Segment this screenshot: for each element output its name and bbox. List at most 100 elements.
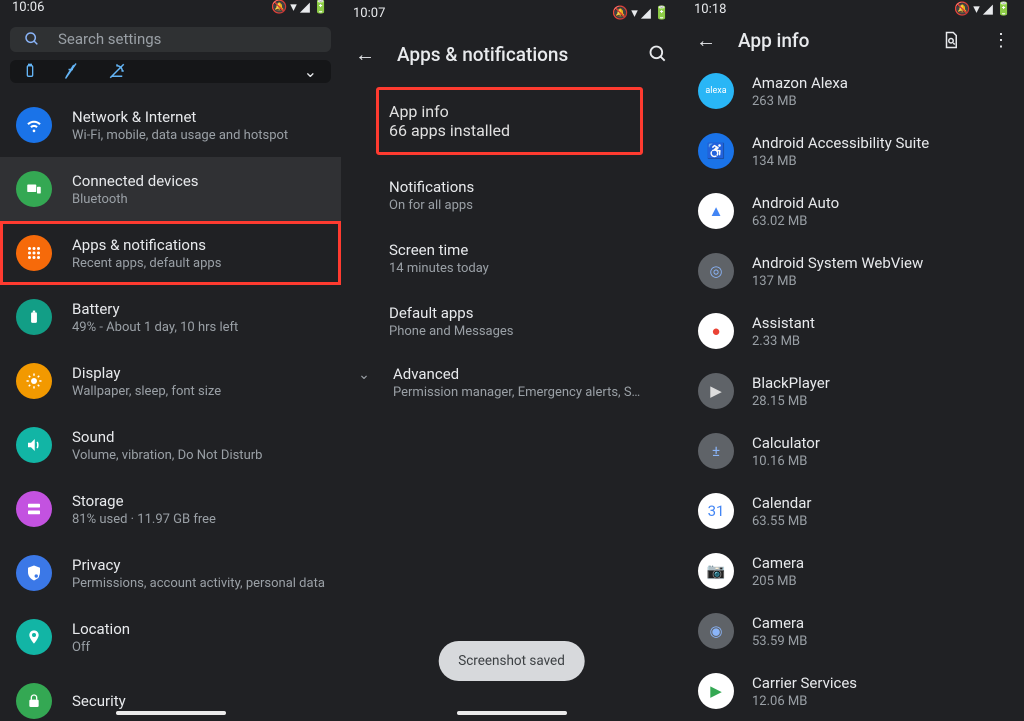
item-title: Screen time	[389, 241, 662, 259]
app-bar: ← App info ⋮	[682, 19, 1024, 61]
item-sub: 14 minutes today	[389, 261, 662, 276]
row-sub: Permissions, account activity, personal …	[72, 576, 325, 591]
volume-icon	[16, 427, 52, 463]
status-bar: 10:07 🔕 ▾ ◢ 🔋	[341, 0, 682, 26]
row-privacy[interactable]: Privacy Permissions, account activity, p…	[0, 541, 341, 605]
app-icon: 31	[698, 493, 734, 529]
app-icon: 📷	[698, 553, 734, 589]
clock: 10:06	[12, 0, 44, 15]
app-icon: ◎	[698, 253, 734, 289]
app-row[interactable]: ▲Android Auto63.02 MB	[682, 181, 1024, 241]
wifi-icon: ▾	[973, 2, 980, 17]
item-app-info[interactable]: App info 66 apps installed	[377, 88, 642, 154]
item-advanced[interactable]: ⌄ Advanced Permission manager, Emergency…	[341, 353, 682, 412]
back-button[interactable]: ←	[696, 28, 716, 53]
app-name: BlackPlayer	[752, 374, 830, 392]
battery-icon	[16, 299, 52, 335]
item-title: Advanced	[393, 365, 643, 383]
app-row[interactable]: 📷 Camera 205 MB	[682, 541, 1024, 601]
item-default-apps[interactable]: Default apps Phone and Messages	[341, 290, 682, 353]
app-name: Calculator	[752, 434, 820, 452]
row-title: Connected devices	[72, 172, 199, 190]
app-size: 263 MB	[752, 94, 848, 109]
dnd-icon: 🔕	[612, 6, 628, 21]
screen-app-info: 10:18 🔕 ▾ ◢ 🔋 ← App info ⋮ alexaAmazon A…	[682, 0, 1024, 721]
app-row[interactable]: ▶Carrier Services12.06 MB	[682, 661, 1024, 721]
row-sub: Recent apps, default apps	[72, 256, 221, 271]
app-size: 63.55 MB	[752, 514, 812, 529]
status-icons: 🔕 ▾ ◢ 🔋	[612, 6, 670, 21]
row-sub: 81% used · 11.97 GB free	[72, 512, 216, 527]
row-storage[interactable]: Storage 81% used · 11.97 GB free	[0, 477, 341, 541]
row-title: Display	[72, 364, 221, 382]
find-in-page-icon[interactable]	[942, 30, 960, 50]
row-sub: Off	[72, 640, 130, 655]
app-size: 10.16 MB	[752, 454, 820, 469]
row-title: Battery	[72, 300, 238, 318]
row-title: Privacy	[72, 556, 325, 574]
chevron-down-icon: ⌄	[351, 367, 377, 383]
back-button[interactable]: ←	[355, 42, 375, 67]
quick-settings-row[interactable]: ⌄	[10, 60, 331, 83]
search-icon	[24, 31, 40, 47]
app-row[interactable]: ▶ BlackPlayer 28.15 MB	[682, 361, 1024, 421]
apps-grid-icon	[16, 235, 52, 271]
item-notifications[interactable]: Notifications On for all apps	[341, 164, 682, 227]
app-name: Android Accessibility Suite	[752, 134, 929, 152]
app-row[interactable]: 31 Calendar 63.55 MB	[682, 481, 1024, 541]
app-name: Camera	[752, 554, 804, 572]
app-name: Amazon Alexa	[752, 74, 848, 92]
app-icon: ▶	[698, 373, 734, 409]
clock: 10:07	[353, 6, 385, 21]
row-connected-devices[interactable]: Connected devices Bluetooth	[0, 157, 341, 221]
item-sub: Phone and Messages	[389, 324, 662, 339]
app-bar: ← Apps & notifications	[341, 26, 682, 82]
app-name: Android Auto	[752, 194, 839, 212]
row-title: Storage	[72, 492, 216, 510]
item-screen-time[interactable]: Screen time 14 minutes today	[341, 227, 682, 290]
row-title: Apps & notifications	[72, 236, 221, 254]
lock-icon	[16, 683, 52, 719]
nav-handle[interactable]	[457, 711, 567, 715]
item-title: App info	[389, 102, 630, 121]
row-sub: Wallpaper, sleep, font size	[72, 384, 221, 399]
row-sound[interactable]: Sound Volume, vibration, Do Not Disturb	[0, 413, 341, 477]
app-icon: alexa	[698, 73, 734, 109]
battery-saver-icon	[22, 62, 38, 80]
row-sub: Volume, vibration, Do Not Disturb	[72, 448, 262, 463]
screen-apps-notifications: 10:07 🔕 ▾ ◢ 🔋 ← Apps & notifications App…	[341, 0, 682, 721]
overflow-menu-icon[interactable]: ⋮	[992, 30, 1010, 51]
app-name: Calendar	[752, 494, 812, 512]
status-bar: 10:06 🔕 ▾ ◢ 🔋	[0, 0, 341, 15]
app-size: 63.02 MB	[752, 214, 839, 229]
app-size: 137 MB	[752, 274, 923, 289]
toast-screenshot-saved[interactable]: Screenshot saved	[438, 641, 585, 681]
status-icons: 🔕 ▾ ◢ 🔋	[954, 2, 1012, 17]
wifi-icon: ▾	[631, 6, 638, 21]
app-row[interactable]: ●Assistant2.33 MB	[682, 301, 1024, 361]
app-row[interactable]: ♿Android Accessibility Suite134 MB	[682, 121, 1024, 181]
row-location[interactable]: Location Off	[0, 605, 341, 669]
signal-icon: ◢	[641, 6, 651, 21]
screen-settings: 10:06 🔕 ▾ ◢ 🔋 Search settings ⌄ Netw	[0, 0, 341, 721]
app-size: 205 MB	[752, 574, 804, 589]
app-size: 28.15 MB	[752, 394, 830, 409]
wifi-icon: ▾	[290, 0, 297, 15]
row-network-internet[interactable]: Network & Internet Wi-Fi, mobile, data u…	[0, 93, 341, 157]
search-button[interactable]	[648, 44, 668, 64]
row-title: Security	[72, 692, 126, 710]
app-name: Android System WebView	[752, 254, 923, 272]
app-row[interactable]: ◉Camera53.59 MB	[682, 601, 1024, 661]
chevron-down-icon: ⌄	[304, 62, 317, 81]
app-row[interactable]: ◎ Android System WebView 137 MB	[682, 241, 1024, 301]
app-name: Camera	[752, 614, 807, 632]
app-row[interactable]: ±Calculator10.16 MB	[682, 421, 1024, 481]
nav-handle[interactable]	[116, 711, 226, 715]
row-apps-notifications[interactable]: Apps & notifications Recent apps, defaul…	[0, 221, 341, 285]
row-battery[interactable]: Battery 49% - About 1 day, 10 hrs left	[0, 285, 341, 349]
row-display[interactable]: Display Wallpaper, sleep, font size	[0, 349, 341, 413]
app-row[interactable]: alexa Amazon Alexa 263 MB	[682, 61, 1024, 121]
app-size: 134 MB	[752, 154, 929, 169]
search-settings[interactable]: Search settings	[10, 27, 331, 52]
search-placeholder: Search settings	[58, 30, 161, 48]
